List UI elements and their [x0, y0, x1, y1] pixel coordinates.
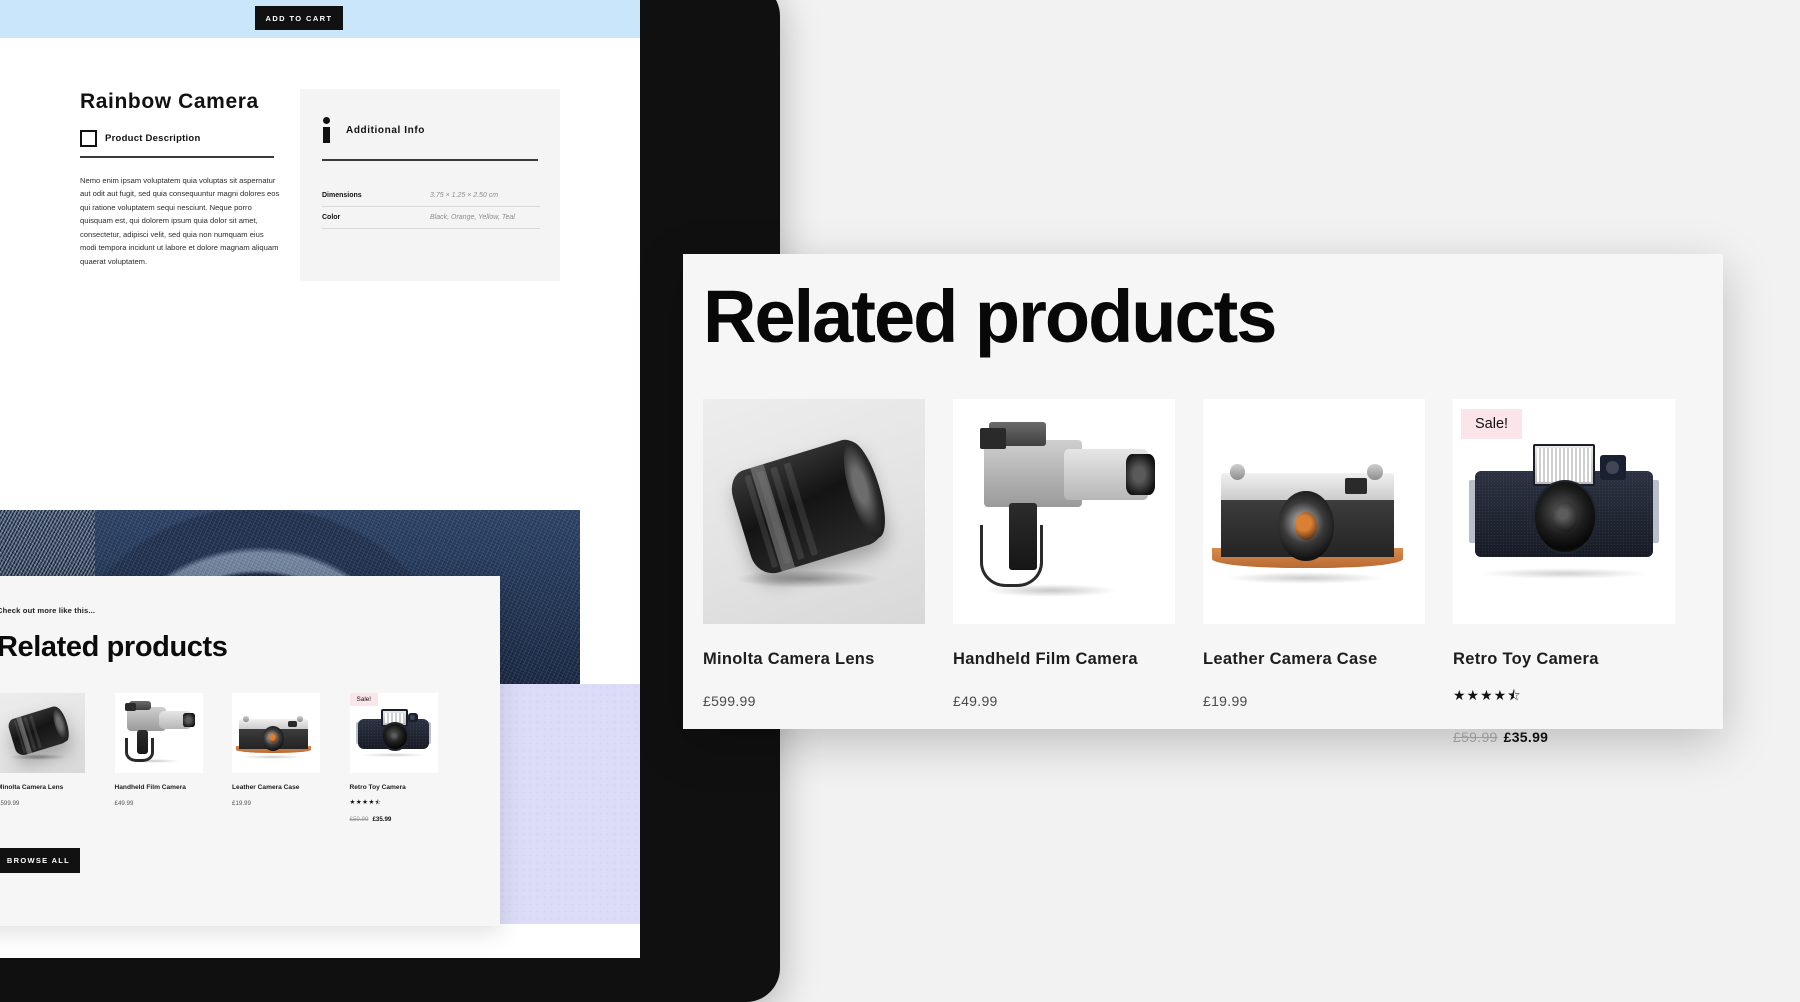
related-products-grid-small: Minolta Camera Lens £599.99 Handheld Fil…	[0, 693, 467, 823]
product-name: Leather Camera Case	[232, 784, 300, 791]
table-row: Color Black, Orange, Yellow, Teal	[322, 206, 540, 229]
related-products-grid-large: Minolta Camera Lens £599.99 Handheld Fil…	[703, 399, 1703, 745]
attribute-value: 3.75 × 1.25 × 2.50 cm	[402, 185, 540, 207]
rating-stars: ★★★★⯪	[349, 798, 382, 806]
product-price: £49.99	[114, 799, 134, 807]
divider	[80, 155, 274, 158]
old-price: £59.99	[1453, 729, 1498, 746]
additional-info-title: Additional Info	[346, 124, 425, 136]
sale-price: £35.99	[1503, 729, 1549, 746]
product-name: Leather Camera Case	[1203, 650, 1378, 668]
rating-stars: ★★★★⯪	[1453, 687, 1522, 704]
product-name: Minolta Camera Lens	[703, 650, 875, 668]
product-name: Retro Toy Camera	[349, 784, 406, 791]
attribute-key: Color	[322, 206, 402, 229]
product-name: Minolta Camera Lens	[0, 784, 64, 791]
product-thumbnail[interactable]: Sale!	[1453, 399, 1675, 624]
add-to-cart-button[interactable]: ADD TO CART	[255, 6, 343, 30]
status-badge: Sale!	[1461, 409, 1523, 439]
product-thumbnail[interactable]	[953, 399, 1175, 624]
product-thumbnail[interactable]	[1203, 399, 1425, 624]
product-description-text: Nemo enim ipsam voluptatem quia voluptas…	[80, 175, 280, 266]
product-name: Retro Toy Camera	[1453, 650, 1599, 668]
product-description-label: Product Description	[105, 132, 201, 144]
product-description-header: Product Description	[80, 129, 280, 147]
product-thumbnail[interactable]	[0, 693, 85, 773]
attribute-key: Dimensions	[322, 185, 402, 207]
list-item[interactable]: Handheld Film Camera £49.99	[953, 399, 1203, 709]
table-row: Dimensions 3.75 × 1.25 × 2.50 cm	[322, 185, 540, 207]
page-title: Rainbow Camera	[80, 90, 259, 113]
product-price: £599.99	[0, 799, 20, 807]
product-description-column: Rainbow Camera Product Description Nemo …	[80, 88, 280, 268]
product-price: £59.99 £35.99	[1453, 729, 1703, 745]
product-name: Handheld Film Camera	[953, 650, 1138, 668]
tablet-screen: ADD TO CART Rainbow Camera Product Descr…	[0, 0, 640, 958]
product-price: £49.99	[953, 693, 998, 710]
additional-info-table: Dimensions 3.75 × 1.25 × 2.50 cm Color B…	[322, 185, 540, 229]
product-name: Handheld Film Camera	[114, 784, 186, 791]
product-thumbnail[interactable]	[232, 693, 320, 773]
attribute-value: Black, Orange, Yellow, Teal	[402, 206, 540, 229]
product-price: £599.99	[703, 693, 756, 710]
tablet-device-frame: ADD TO CART Rainbow Camera Product Descr…	[0, 0, 780, 1002]
product-price: £19.99	[232, 799, 251, 807]
product-price: £59.99 £35.99	[350, 816, 468, 823]
status-badge: Sale!	[349, 693, 379, 706]
list-item[interactable]: Sale! Retro Toy Camera ★★★★⯪ £59.99 £35.…	[349, 693, 468, 823]
product-price: £19.99	[1203, 693, 1248, 710]
scene-root: ADD TO CART Rainbow Camera Product Descr…	[0, 0, 1800, 1002]
browse-all-button[interactable]: BROWSE ALL	[0, 848, 80, 873]
related-products-panel-large: Related products Minolta Camera Lens £59…	[683, 254, 1723, 745]
crop-brackets-icon	[80, 129, 97, 147]
list-item[interactable]: Minolta Camera Lens £599.99	[703, 399, 953, 709]
info-icon	[322, 117, 332, 143]
list-item[interactable]: Minolta Camera Lens £599.99	[0, 693, 115, 823]
old-price: £59.99	[349, 815, 369, 823]
related-eyebrow: Check out more like this...	[0, 606, 96, 615]
additional-info-header: Additional Info	[300, 89, 560, 143]
product-thumbnail[interactable]	[703, 399, 925, 624]
product-thumbnail[interactable]	[114, 693, 203, 773]
additional-info-card: Additional Info Dimensions 3.75 × 1.25 ×…	[300, 89, 560, 281]
divider	[322, 159, 538, 161]
list-item[interactable]: Handheld Film Camera £49.99	[114, 693, 233, 823]
sale-price: £35.99	[372, 815, 392, 823]
product-thumbnail[interactable]: Sale!	[349, 693, 438, 773]
related-heading-large: Related products	[703, 275, 1277, 358]
list-item[interactable]: Leather Camera Case £19.99	[1203, 399, 1453, 709]
list-item[interactable]: Sale! Retro Toy Camera ★★★★⯪ £59.99 £35.9…	[1453, 399, 1703, 745]
related-products-panel-small: Check out more like this... Related prod…	[0, 576, 500, 926]
related-heading: Related products	[0, 631, 228, 663]
list-item[interactable]: Leather Camera Case £19.99	[232, 693, 350, 823]
